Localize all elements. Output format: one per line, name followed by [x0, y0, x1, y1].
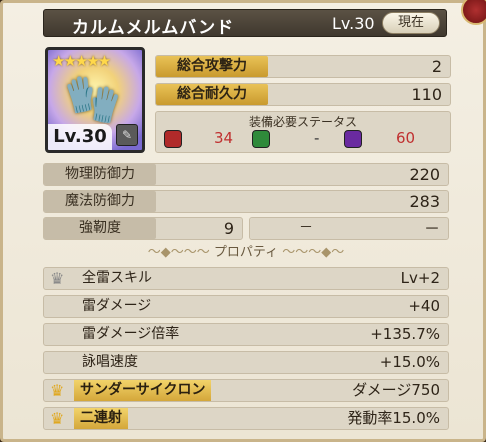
property-label: 詠唱速度: [82, 354, 138, 370]
property-label: 雷ダメージ倍率: [82, 326, 180, 342]
property-value: ダメージ750: [352, 381, 440, 399]
requirements-title: 装備必要ステータス: [248, 115, 357, 129]
rarity-stars: ★★★★★: [52, 52, 111, 70]
silver-crown-icon: ♛: [50, 269, 65, 288]
property-row: 雷ダメージ +40: [43, 295, 449, 318]
stat-value: 9: [223, 219, 234, 238]
req-value-dex: -: [314, 129, 320, 147]
green-plus-icon: [252, 130, 270, 148]
stat-value: 110: [411, 85, 442, 104]
stat-extra-left: －: [250, 218, 362, 239]
stat-label: 物理防御力: [44, 164, 156, 185]
equipment-panel: カルムメルムバンド Lv.30 現在 ★★★★★ 🧤 Lv.30 ✎ 総合攻撃力…: [0, 0, 486, 442]
stat-label: 総合攻撃力: [156, 56, 268, 77]
property-value: +135.7%: [370, 325, 440, 343]
property-label: 全雷スキル: [82, 270, 152, 286]
property-value: Lv+2: [400, 269, 440, 287]
properties-divider: 〜◆〜〜〜 プロパティ 〜〜〜◆〜: [43, 243, 449, 263]
stat-row-attack: 総合攻撃力 2: [155, 55, 451, 78]
card-level: Lv.30: [48, 124, 112, 150]
req-value-strength: 34: [214, 129, 234, 147]
property-label: 雷ダメージ: [82, 298, 152, 314]
gold-crown-icon: ♛: [50, 381, 65, 400]
stat-row-mag-def: 魔法防御力 283: [43, 190, 449, 213]
property-row-skill: ♛ 二連射 発動率15.0%: [43, 407, 449, 430]
item-card[interactable]: ★★★★★ 🧤 Lv.30 ✎: [45, 47, 145, 153]
property-value: 発動率15.0%: [347, 409, 440, 427]
requirements-box: 装備必要ステータス 34 - 60: [155, 111, 451, 153]
stat-label: 強靭度: [44, 218, 156, 239]
stat-extra-right: －: [423, 219, 440, 238]
divider-ornament-left: 〜◆〜〜〜: [147, 245, 214, 260]
item-level: Lv.30: [332, 14, 375, 33]
stat-row-phys-def: 物理防御力 220: [43, 163, 449, 186]
property-row: 詠唱速度 +15.0%: [43, 351, 449, 374]
divider-ornament-right: 〜〜〜◆〜: [282, 245, 345, 260]
stat-row-durability: 総合耐久力 110: [155, 83, 451, 106]
divider-label: プロパティ: [213, 245, 279, 260]
title-bar: カルムメルムバンド Lv.30 現在: [43, 9, 447, 38]
stat-row-toughness: 強靭度 9: [43, 217, 243, 240]
stat-label: 総合耐久力: [156, 84, 268, 105]
item-name: カルムメルムバンド: [72, 18, 235, 38]
property-label: サンダーサイクロン: [74, 380, 212, 401]
stat-label: 魔法防御力: [44, 191, 156, 212]
property-label: 二連射: [74, 408, 128, 429]
scroll-icon: ✎: [116, 124, 138, 146]
property-row: 雷ダメージ倍率 +135.7%: [43, 323, 449, 346]
req-value-magic: 60: [396, 129, 416, 147]
stat-value: 2: [431, 57, 442, 76]
property-row: ♛ 全雷スキル Lv+2: [43, 267, 449, 290]
stat-value: 220: [409, 165, 440, 184]
close-button[interactable]: [461, 0, 486, 25]
fist-icon: [164, 130, 182, 148]
property-row-skill: ♛ サンダーサイクロン ダメージ750: [43, 379, 449, 402]
gold-crown-icon: ♛: [50, 409, 65, 428]
property-value: +40: [408, 297, 440, 315]
property-value: +15.0%: [379, 353, 440, 371]
magic-wand-icon: [344, 130, 362, 148]
stat-row-toughness-extra: － －: [249, 217, 449, 240]
current-button[interactable]: 現在: [382, 12, 440, 34]
gloves-icon: 🧤: [64, 72, 122, 126]
stat-value: 283: [409, 192, 440, 211]
